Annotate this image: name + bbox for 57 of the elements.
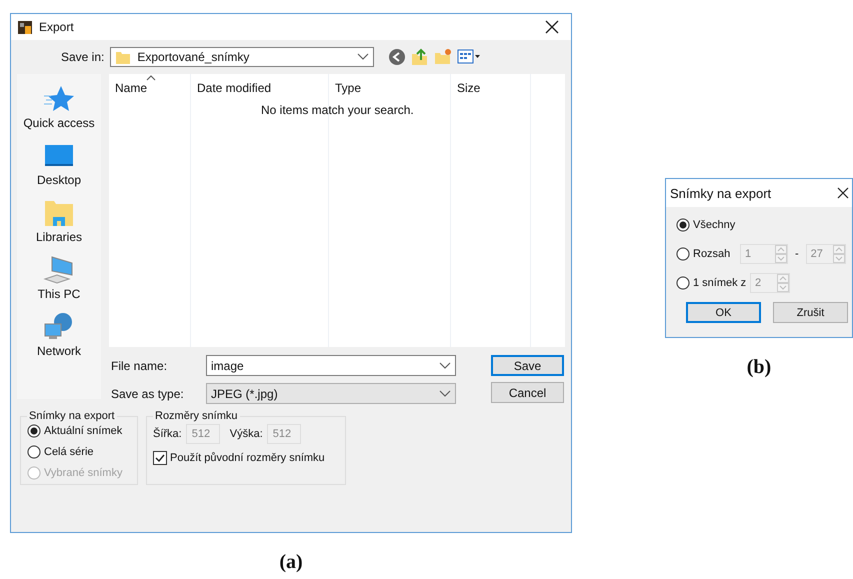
save-as-type-label: Save as type: (110, 386, 185, 400)
figure-caption: (b) (746, 356, 772, 379)
radio-button[interactable] (676, 247, 690, 261)
file-name-field[interactable]: image (206, 355, 456, 376)
chevron-down-icon (357, 53, 370, 61)
radio-button[interactable] (676, 276, 690, 290)
place-item[interactable]: This PC (38, 255, 80, 301)
save-in-label: Save in: (61, 50, 104, 64)
place-item[interactable]: Quick access (23, 84, 95, 130)
sort-caret-icon (146, 75, 156, 81)
column-header[interactable]: Date modified (197, 81, 272, 95)
place-item[interactable]: Network (36, 312, 81, 358)
cancel-button[interactable]: Zrušit (773, 302, 848, 323)
column-header[interactable]: Type (335, 81, 362, 95)
close-icon[interactable] (545, 20, 559, 34)
width-label: Šířka: (153, 428, 182, 440)
library-folder-icon (43, 198, 75, 228)
figure-caption: (a) (278, 551, 304, 574)
chevron-down-icon (439, 390, 451, 398)
save-as-type-dropdown[interactable]: JPEG (*.jpg) (206, 383, 456, 404)
option-label[interactable]: 1 snímek z (693, 277, 746, 289)
cancel-button[interactable]: Cancel (491, 382, 564, 403)
checkbox[interactable] (153, 451, 167, 465)
computer-icon (43, 255, 75, 285)
option-label[interactable]: Rozsah (693, 248, 730, 260)
new-folder-icon[interactable] (434, 48, 452, 66)
option-label[interactable]: Všechny (693, 219, 736, 231)
window-title: Snímky na export (670, 186, 772, 200)
place-item[interactable]: Libraries (36, 198, 82, 244)
back-icon[interactable] (388, 48, 406, 66)
ok-button[interactable]: OK (686, 302, 761, 323)
window-title: Export (39, 20, 75, 34)
radio-button[interactable] (27, 424, 41, 438)
checkbox-label[interactable]: Použít původní rozměry snímku (170, 452, 325, 464)
view-menu-icon[interactable] (457, 48, 482, 66)
height-label: Výška: (230, 428, 263, 440)
file-name-label: File name: (110, 358, 168, 372)
group-title: Rozměry snímku (154, 410, 239, 422)
chevron-down-icon (439, 362, 451, 370)
column-header[interactable]: Name (115, 81, 148, 95)
radio-button[interactable] (676, 218, 690, 232)
column-header[interactable]: Size (457, 81, 480, 95)
place-item[interactable]: Desktop (36, 141, 82, 187)
save-in-dropdown[interactable]: Exportované_snímky (110, 47, 374, 67)
option-label[interactable]: Aktuální snímek (44, 425, 122, 437)
star-icon (42, 84, 75, 114)
radio-button[interactable] (27, 445, 41, 459)
close-icon[interactable] (837, 187, 849, 199)
option-label[interactable]: Celá série (44, 446, 94, 458)
empty-message: No items match your search. (261, 103, 414, 117)
app-icon (17, 19, 33, 35)
network-icon (42, 312, 75, 342)
folder-up-icon[interactable] (411, 48, 430, 66)
range-separator: - (795, 248, 799, 260)
folder-icon (115, 49, 132, 65)
save-button[interactable]: Save (491, 355, 564, 376)
group-title: Snímky na export (28, 410, 116, 422)
